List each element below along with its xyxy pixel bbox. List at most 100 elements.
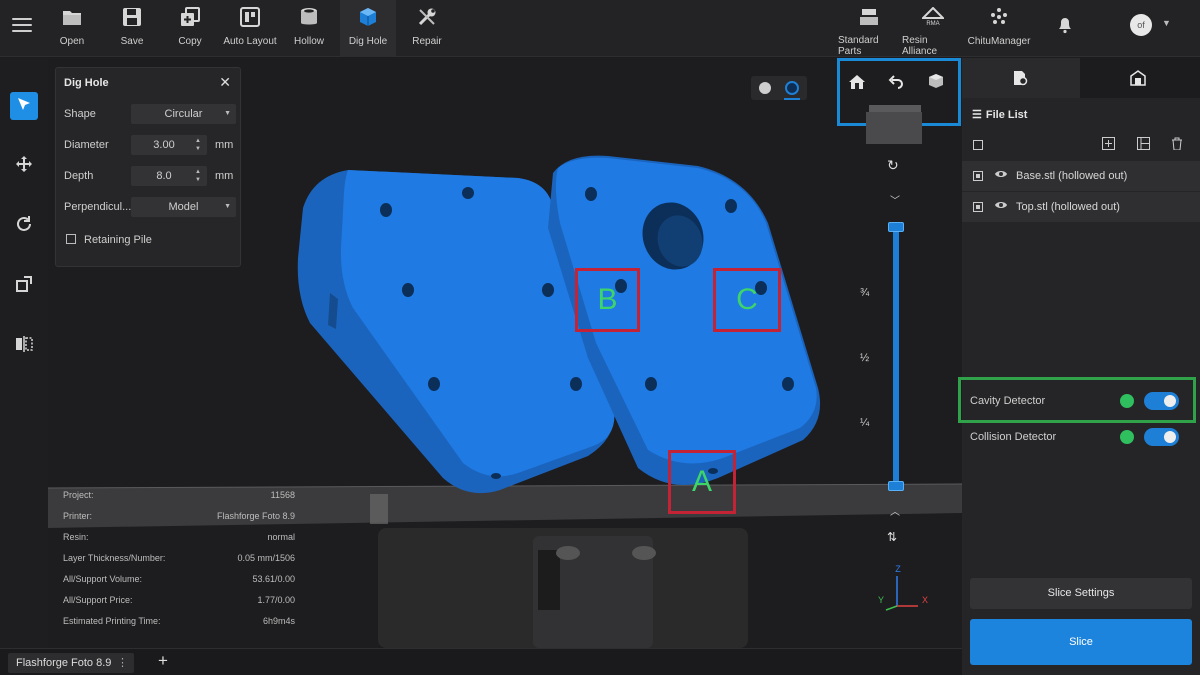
rotate-tool[interactable] bbox=[10, 212, 38, 240]
copy-button[interactable]: Copy bbox=[170, 0, 210, 57]
slider-up-chevron-icon[interactable]: ﹀ bbox=[890, 192, 900, 207]
info-key: Estimated Printing Time: bbox=[63, 616, 161, 626]
shape-row: Shape Circular ▼ bbox=[64, 104, 236, 124]
file-name: Base.stl (hollowed out) bbox=[1016, 170, 1128, 182]
info-row: Printer: Flashforge Foto 8.9 bbox=[63, 511, 295, 523]
slider-fraction-quarter: ¼ bbox=[860, 417, 870, 429]
perpendicular-select[interactable]: Model ▼ bbox=[131, 197, 236, 217]
marker-b-label: B bbox=[597, 283, 618, 316]
depth-stepper[interactable]: ▲ ▼ bbox=[195, 168, 201, 184]
printer-tab[interactable]: Flashforge Foto 8.9 ⋮ bbox=[8, 653, 134, 673]
wrench-icon bbox=[416, 6, 438, 28]
cube-icon bbox=[357, 6, 379, 28]
rma-icon: RMA bbox=[922, 6, 944, 27]
shape-select[interactable]: Circular ▼ bbox=[131, 104, 236, 124]
info-value: normal bbox=[267, 532, 295, 542]
save-button[interactable]: Save bbox=[112, 0, 152, 57]
select-all-checkbox[interactable] bbox=[973, 140, 983, 150]
layer-slider-bottom-handle[interactable] bbox=[888, 481, 904, 491]
info-key: Layer Thickness/Number: bbox=[63, 553, 166, 563]
slider-fraction-half: ½ bbox=[860, 352, 870, 364]
diameter-unit: mm bbox=[215, 139, 234, 151]
add-tab-button[interactable]: + bbox=[158, 651, 168, 671]
info-value: Flashforge Foto 8.9 bbox=[216, 511, 295, 521]
info-value: 53.61/0.00 bbox=[252, 574, 295, 584]
trash-icon[interactable] bbox=[1171, 137, 1183, 155]
mirror-tool[interactable] bbox=[10, 332, 38, 360]
chitumanager-button[interactable]: ChituManager bbox=[968, 0, 1030, 57]
layer-slider-track[interactable] bbox=[893, 224, 899, 486]
tab-printer[interactable] bbox=[1080, 58, 1200, 98]
move-arrows-icon bbox=[15, 155, 33, 178]
file-settings-icon bbox=[1012, 70, 1028, 91]
printer-icon bbox=[1130, 70, 1146, 91]
info-key: Resin: bbox=[63, 532, 89, 542]
notification-button[interactable] bbox=[1052, 0, 1078, 57]
y-axis-label: Y bbox=[878, 595, 884, 605]
auto-layout-label: Auto Layout bbox=[223, 36, 277, 47]
select-tool[interactable] bbox=[10, 92, 38, 120]
chevron-down-icon[interactable]: ▼ bbox=[1162, 18, 1171, 28]
mirror-icon bbox=[15, 335, 33, 358]
axis-gizmo bbox=[885, 576, 918, 611]
info-value: 11568 bbox=[270, 490, 295, 500]
rotate-view-icon[interactable]: ↻ bbox=[887, 157, 899, 174]
z-axis-label: Z bbox=[895, 564, 901, 574]
repair-label: Repair bbox=[412, 36, 442, 47]
left-toolbar bbox=[0, 58, 48, 648]
info-key: All/Support Price: bbox=[63, 595, 133, 605]
eye-icon[interactable] bbox=[994, 199, 1008, 214]
avatar[interactable]: of bbox=[1130, 14, 1152, 36]
file-row-top[interactable]: Top.stl (hollowed out) bbox=[962, 192, 1200, 222]
home-view-icon[interactable] bbox=[848, 74, 866, 95]
slider-down-chevron-icon[interactable]: ︿ bbox=[890, 503, 900, 518]
slice-button[interactable]: Slice bbox=[970, 619, 1192, 665]
hamburger-menu-icon[interactable] bbox=[10, 14, 34, 38]
folder-icon bbox=[61, 6, 83, 28]
solid-shading-icon[interactable] bbox=[759, 82, 771, 94]
file-checkbox[interactable] bbox=[973, 202, 983, 212]
retaining-pile-label: Retaining Pile bbox=[84, 234, 152, 246]
info-row: Layer Thickness/Number: 0.05 mm/1506 bbox=[63, 553, 295, 565]
diameter-label: Diameter bbox=[64, 139, 109, 151]
hollow-button[interactable]: Hollow bbox=[289, 0, 329, 57]
chevron-down-icon: ▼ bbox=[224, 203, 231, 210]
perpendicular-label: Perpendicul... bbox=[64, 201, 132, 213]
diameter-stepper[interactable]: ▲ ▼ bbox=[195, 137, 201, 153]
tab-file-settings[interactable] bbox=[962, 58, 1080, 98]
standard-parts-button[interactable]: Standard Parts bbox=[838, 0, 900, 57]
resin-alliance-button[interactable]: RMA Resin Alliance bbox=[902, 0, 964, 57]
dig-hole-button[interactable]: Dig Hole bbox=[340, 0, 396, 57]
add-file-icon[interactable] bbox=[1102, 137, 1115, 155]
copy-label: Copy bbox=[178, 36, 202, 47]
rotate-icon bbox=[15, 215, 33, 238]
view-cube-face[interactable] bbox=[866, 112, 922, 144]
layout-icon[interactable] bbox=[1137, 137, 1150, 155]
eye-icon[interactable] bbox=[994, 168, 1008, 183]
auto-layout-button[interactable]: Auto Layout bbox=[220, 0, 280, 57]
layer-slider-top-handle[interactable] bbox=[888, 222, 904, 232]
parts-icon bbox=[858, 6, 880, 27]
dig-hole-label: Dig Hole bbox=[348, 36, 388, 47]
slice-settings-button[interactable]: Slice Settings bbox=[970, 578, 1192, 609]
close-icon[interactable]: ✕ bbox=[219, 74, 231, 91]
slider-swap-icon[interactable]: ⇅ bbox=[887, 530, 897, 544]
undo-view-icon[interactable] bbox=[888, 74, 904, 95]
standard-parts-label: Standard Parts bbox=[838, 35, 879, 57]
repair-button[interactable]: Repair bbox=[407, 0, 447, 57]
more-options-icon[interactable]: ⋮ bbox=[117, 653, 128, 673]
scale-tool[interactable] bbox=[10, 272, 38, 300]
file-list-title: File List bbox=[985, 109, 1028, 121]
file-checkbox[interactable] bbox=[973, 171, 983, 181]
cube-view-icon[interactable] bbox=[928, 73, 944, 94]
info-key: All/Support Volume: bbox=[63, 574, 143, 584]
xray-shading-icon[interactable] bbox=[785, 81, 799, 95]
scale-icon bbox=[15, 275, 33, 298]
collision-detector-row: Collision Detector bbox=[962, 424, 1200, 452]
info-row: Resin: normal bbox=[63, 532, 295, 544]
move-tool[interactable] bbox=[10, 152, 38, 180]
collision-detector-toggle[interactable] bbox=[1144, 428, 1179, 446]
open-button[interactable]: Open bbox=[52, 0, 92, 57]
file-row-base[interactable]: Base.stl (hollowed out) bbox=[962, 161, 1200, 191]
retaining-pile-checkbox[interactable]: Retaining Pile bbox=[66, 234, 152, 246]
